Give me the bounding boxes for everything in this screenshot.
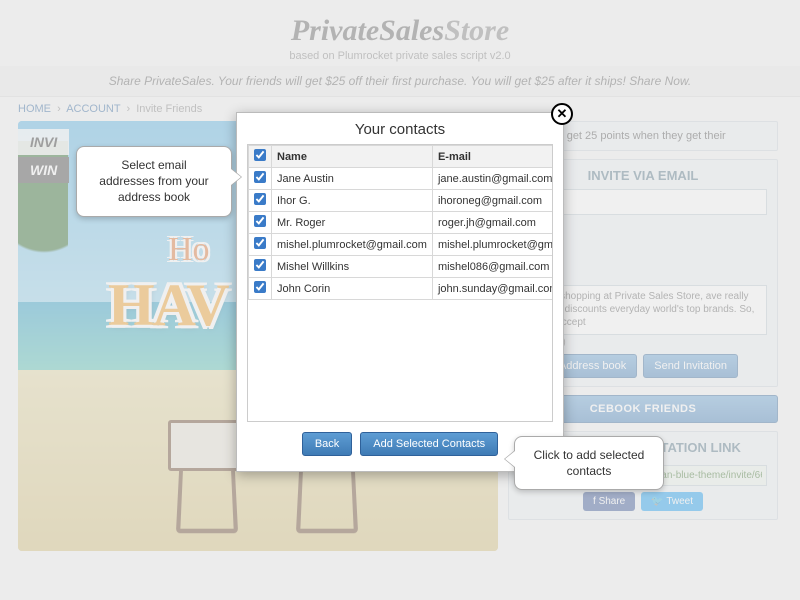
contact-email: mishel086@gmail.com bbox=[432, 256, 553, 278]
close-icon[interactable]: ✕ bbox=[551, 103, 573, 125]
contact-name: Ihor G. bbox=[272, 190, 433, 212]
contact-email: mishel.plumrocket@gmail.com bbox=[432, 234, 553, 256]
contact-name: Mr. Roger bbox=[272, 212, 433, 234]
select-all-checkbox[interactable] bbox=[254, 149, 266, 161]
facebook-share-button[interactable]: f Share bbox=[583, 492, 635, 511]
contact-email: ihoroneg@gmail.com bbox=[432, 190, 553, 212]
contacts-table: Name E-mail Jane Austinjane.austin@gmail… bbox=[248, 145, 553, 300]
promo-banner: Share PrivateSales. Your friends will ge… bbox=[0, 66, 800, 97]
callout-select-addresses: Select email addresses from your address… bbox=[76, 146, 232, 217]
hero-text-small: Ho bbox=[168, 231, 210, 269]
hero-band-2: WIN bbox=[18, 157, 69, 183]
row-checkbox[interactable] bbox=[254, 237, 266, 249]
row-checkbox[interactable] bbox=[254, 215, 266, 227]
row-checkbox[interactable] bbox=[254, 259, 266, 271]
chevron-right-icon: › bbox=[126, 103, 130, 115]
contact-email: roger.jh@gmail.com bbox=[432, 212, 553, 234]
callout-add-contacts: Click to add selected contacts bbox=[514, 436, 664, 490]
select-all-cell bbox=[249, 146, 272, 168]
logo: PrivateSalesStore bbox=[0, 14, 800, 48]
twitter-icon: 🐦 bbox=[651, 496, 666, 507]
col-email: E-mail bbox=[432, 146, 553, 168]
row-checkbox[interactable] bbox=[254, 193, 266, 205]
hero-text-big: HAV bbox=[108, 271, 228, 340]
contacts-table-wrapper[interactable]: Name E-mail Jane Austinjane.austin@gmail… bbox=[247, 144, 553, 422]
row-checkbox[interactable] bbox=[254, 171, 266, 183]
contacts-modal: ✕ Your contacts Name E-mail Jane Austinj… bbox=[236, 112, 564, 472]
table-row: Jane Austinjane.austin@gmail.com bbox=[249, 168, 554, 190]
logo-subtitle: based on Plumrocket private sales script… bbox=[0, 50, 800, 62]
add-selected-contacts-button[interactable]: Add Selected Contacts bbox=[360, 432, 498, 456]
back-button[interactable]: Back bbox=[302, 432, 352, 456]
table-row: mishel.plumrocket@gmail.commishel.plumro… bbox=[249, 234, 554, 256]
contact-name: Mishel Willkins bbox=[272, 256, 433, 278]
send-invitation-button[interactable]: Send Invitation bbox=[643, 354, 738, 378]
table-row: Ihor G.ihoroneg@gmail.com bbox=[249, 190, 554, 212]
breadcrumb-current: Invite Friends bbox=[136, 103, 202, 115]
contact-email: jane.austin@gmail.com bbox=[432, 168, 553, 190]
hero-band-1: INVI bbox=[18, 129, 69, 155]
modal-title: Your contacts bbox=[247, 121, 553, 138]
logo-part-b: Store bbox=[444, 14, 509, 47]
col-name: Name bbox=[272, 146, 433, 168]
contact-name: mishel.plumrocket@gmail.com bbox=[272, 234, 433, 256]
table-row: Mr. Rogerroger.jh@gmail.com bbox=[249, 212, 554, 234]
logo-part-a: PrivateSales bbox=[291, 14, 444, 47]
table-row: John Corinjohn.sunday@gmail.com bbox=[249, 278, 554, 300]
contact-name: Jane Austin bbox=[272, 168, 433, 190]
table-row: Mishel Willkinsmishel086@gmail.com bbox=[249, 256, 554, 278]
row-checkbox[interactable] bbox=[254, 281, 266, 293]
page-header: PrivateSalesStore based on Plumrocket pr… bbox=[0, 0, 800, 66]
breadcrumb-home[interactable]: HOME bbox=[18, 103, 51, 115]
breadcrumb-account[interactable]: ACCOUNT bbox=[66, 103, 120, 115]
contact-email: john.sunday@gmail.com bbox=[432, 278, 553, 300]
chevron-right-icon: › bbox=[57, 103, 61, 115]
contact-name: John Corin bbox=[272, 278, 433, 300]
twitter-tweet-button[interactable]: 🐦 Tweet bbox=[641, 492, 703, 511]
